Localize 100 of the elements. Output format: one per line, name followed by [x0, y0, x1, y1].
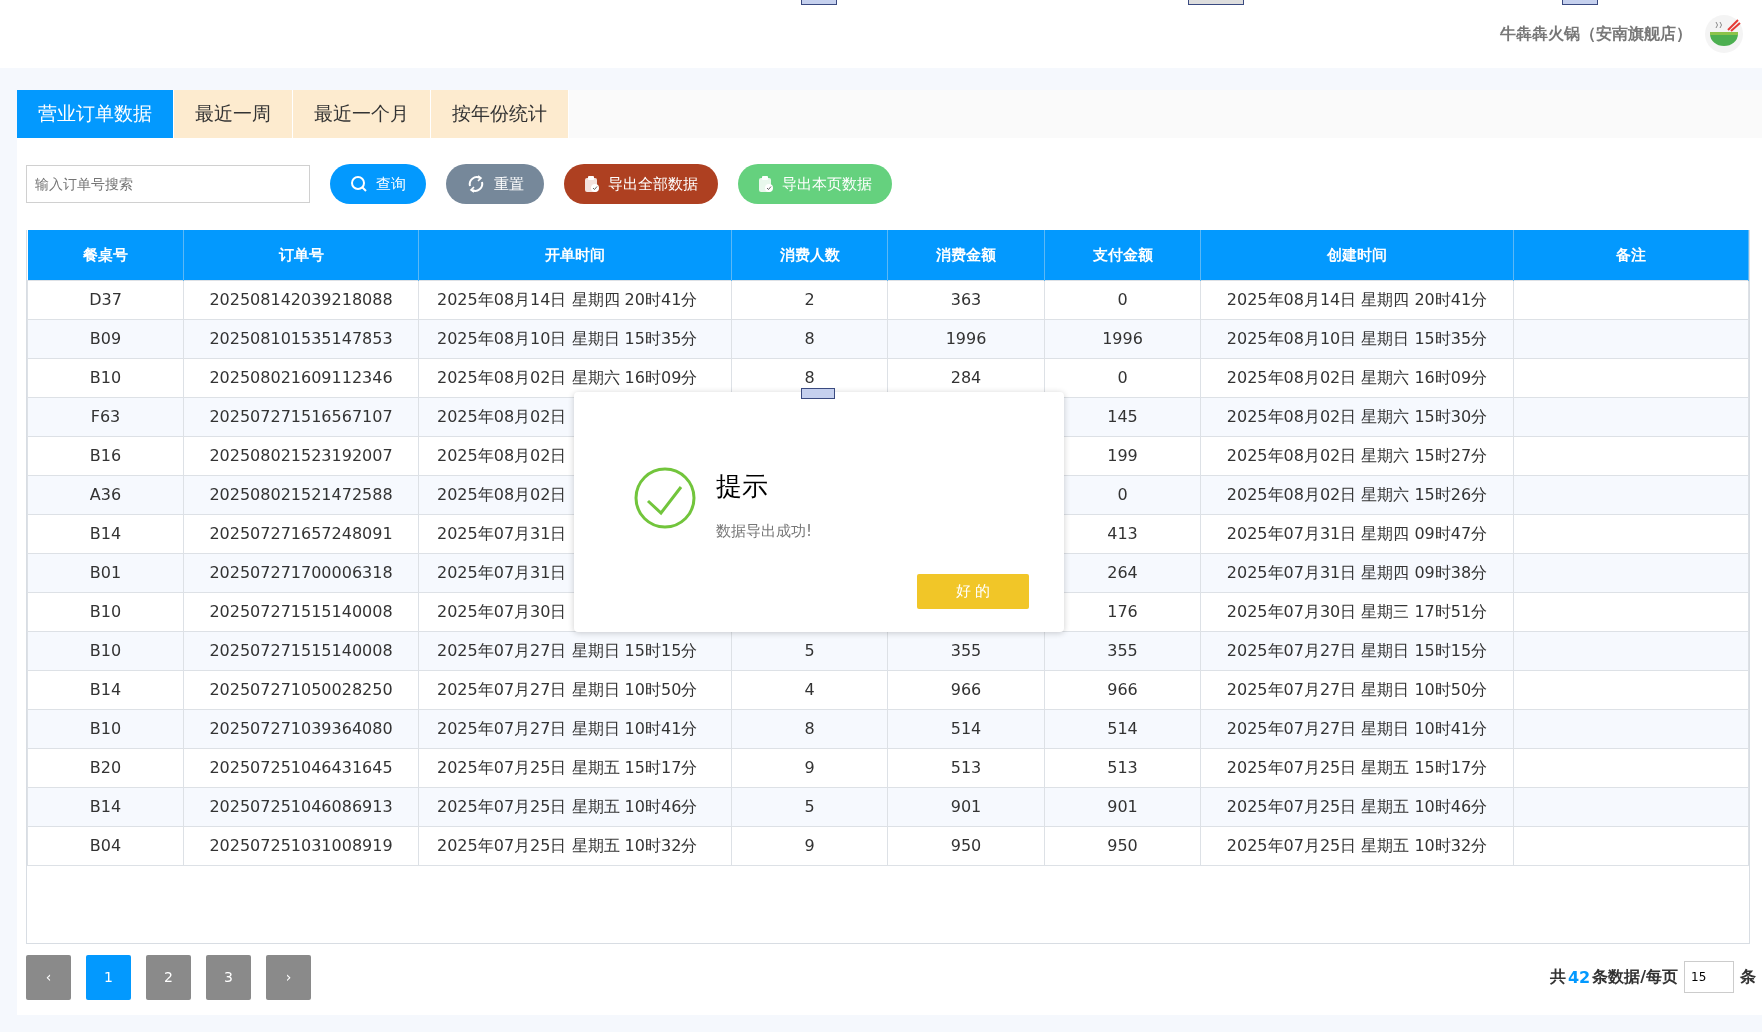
tab[interactable]: 按年份统计 [431, 90, 569, 138]
table-cell: 202508101535147853 [209, 329, 393, 348]
table-cell: 202508021521472588 [209, 485, 393, 504]
table-cell: 966 [1107, 680, 1138, 699]
table-cell: 413 [1107, 524, 1138, 543]
table-cell: 9 [804, 836, 815, 855]
total-label: 共 [1549, 966, 1566, 988]
table-cell: 2025年07月25日 星期五 10时46分 [437, 797, 698, 816]
table-cell: B01 [89, 563, 122, 582]
table-cell: 514 [950, 719, 982, 738]
table-cell: B14 [89, 680, 122, 699]
handle-icon [1188, 0, 1244, 5]
handle-icon [801, 0, 837, 5]
column-header: 消费金额 [887, 230, 1045, 281]
table-cell: 2025年07月25日 星期五 15时17分 [437, 758, 698, 777]
next-page-button[interactable]: › [266, 954, 311, 1000]
column-header: 消费人数 [731, 230, 888, 281]
table-cell: 202507271515140008 [209, 641, 393, 660]
table-cell: 202507251046086913 [209, 797, 393, 816]
page-size-field[interactable]: 15 [1684, 961, 1734, 993]
table-cell: 2025年08月14日 星期四 20时41分 [1226, 290, 1488, 309]
total-count: 42 [1567, 967, 1591, 987]
tab[interactable]: 最近一个月 [293, 90, 431, 138]
table-cell: 2025年07月27日 星期日 10时41分 [1226, 719, 1488, 738]
store-name: 牛犇犇火锅（安南旗舰店） [1500, 23, 1692, 45]
table-cell: 176 [1107, 602, 1138, 621]
page-button[interactable]: 3 [206, 954, 251, 1000]
export-button[interactable]: 导出全部数据 [564, 164, 718, 204]
column-header: 支付金额 [1044, 230, 1201, 281]
previous-page-button[interactable]: ‹ [26, 954, 71, 1000]
table-cell: 8 [804, 329, 815, 348]
table-cell: 2025年07月25日 星期五 10时32分 [437, 836, 698, 855]
column-header: 备注 [1513, 230, 1749, 281]
table-cell: 901 [1107, 797, 1138, 816]
table-cell: 202507271050028250 [209, 680, 393, 699]
table-cell: 2025年07月27日 星期日 15时15分 [437, 641, 698, 660]
table-cell: 2025年08月02日 星期六 15时30分 [1226, 407, 1488, 426]
total-label: 条数据/每页 [1592, 966, 1678, 988]
table-cell: 9 [804, 758, 815, 777]
refresh-icon [466, 174, 486, 194]
table-cell: B10 [89, 719, 122, 738]
search-field[interactable]: 输入订单号搜索 [26, 165, 310, 203]
export-button[interactable]: 导出本页数据 [738, 164, 892, 204]
table-cell: 950 [1107, 836, 1138, 855]
table-cell: 202508142039218088 [209, 290, 393, 309]
column-header: 餐桌号 [27, 230, 184, 281]
table-cell: 2025年07月25日 星期五 10时32分 [1226, 836, 1488, 855]
table-cell: 2 [804, 290, 815, 309]
column-header: 订单号 [183, 230, 419, 281]
table-cell: 2025年07月31日 星期四 09时47分 [1226, 524, 1488, 543]
table-cell: 202507251046431645 [209, 758, 393, 777]
table-cell: 2025年07月25日 星期五 15时17分 [1226, 758, 1488, 777]
table-cell: 2025年08月02日 [437, 407, 567, 426]
dialog-message: 数据导出成功! [716, 522, 812, 541]
table-cell: 202507271515140008 [209, 602, 393, 621]
table-cell: 8 [804, 719, 815, 738]
page-button[interactable]: 1 [86, 954, 131, 1000]
table-cell: 2025年08月02日 星期六 15时27分 [1226, 446, 1488, 465]
table-cell: 513 [1107, 758, 1138, 777]
tab[interactable]: 最近一周 [174, 90, 293, 138]
table-cell: 2025年07月27日 星期日 10时50分 [437, 680, 698, 699]
table-cell: 2025年08月10日 星期日 15时35分 [437, 329, 698, 348]
table-cell: 0 [1117, 485, 1128, 504]
bowl-logo-icon [1704, 14, 1744, 54]
column-header: 开单时间 [418, 230, 732, 281]
column-header: 创建时间 [1200, 230, 1514, 281]
table-cell: 1996 [1102, 329, 1143, 348]
page-button[interactable]: 2 [146, 954, 191, 1000]
table-cell: B09 [89, 329, 122, 348]
table-cell: 2025年08月02日 星期六 15时26分 [1226, 485, 1488, 504]
table-cell: 950 [950, 836, 982, 855]
dialog-title: 提示 [716, 470, 769, 503]
table-cell: 284 [950, 368, 982, 387]
clipboard-check-icon [758, 175, 774, 193]
table-cell: D37 [89, 290, 122, 309]
table-cell: 202507271700006318 [209, 563, 393, 582]
table-cell: 355 [1107, 641, 1138, 660]
table-cell: 202508021523192007 [209, 446, 393, 465]
reset-button[interactable]: 重置 [446, 164, 544, 204]
table-cell: 202508021609112346 [209, 368, 393, 387]
table-cell: 202507271039364080 [209, 719, 393, 738]
table-cell: B16 [89, 446, 122, 465]
handle-icon [1562, 0, 1598, 5]
table-cell: 514 [1107, 719, 1138, 738]
table-cell: 2025年07月30日 星期三 17时51分 [1226, 602, 1488, 621]
table-cell: 2025年07月27日 星期日 10时41分 [437, 719, 698, 738]
table-cell: 0 [1117, 368, 1128, 387]
table-cell: 513 [950, 758, 982, 777]
table-cell: 2025年08月02日 [437, 485, 567, 504]
search-button[interactable]: 查询 [330, 164, 426, 204]
table-cell: B10 [89, 602, 122, 621]
table-cell: 2025年07月25日 星期五 10时46分 [1226, 797, 1488, 816]
table-cell: 0 [1117, 290, 1128, 309]
table-cell: 2025年08月02日 [437, 446, 567, 465]
table-cell: 2025年07月31日 [437, 563, 567, 582]
table-cell: 145 [1107, 407, 1138, 426]
table-cell: 202507271657248091 [209, 524, 393, 543]
tab[interactable]: 营业订单数据 [17, 90, 174, 138]
table-cell: 2025年08月02日 星期六 16时09分 [437, 368, 698, 387]
table-cell: 2025年07月31日 星期四 09时38分 [1226, 563, 1488, 582]
